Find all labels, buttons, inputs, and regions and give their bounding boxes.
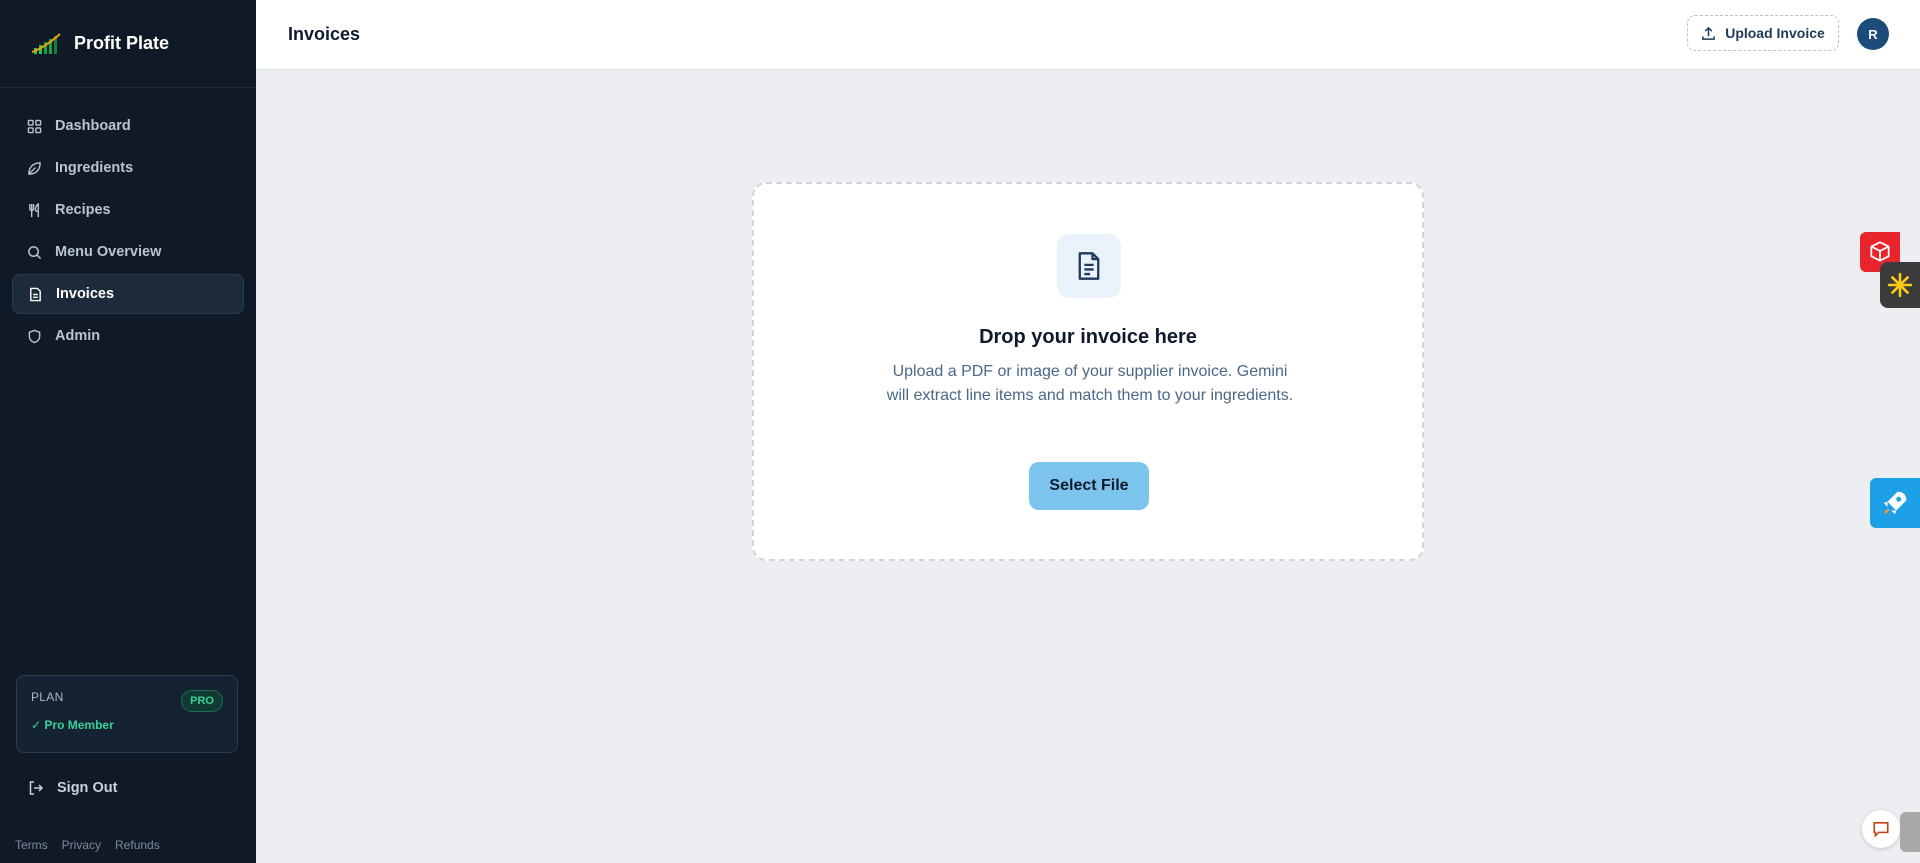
upload-icon (1701, 26, 1716, 41)
plan-status: ✓ Pro Member (31, 718, 114, 732)
shield-icon (26, 328, 42, 344)
sidebar-item-label: Menu Overview (55, 244, 162, 260)
sidebar-nav: Dashboard Ingredients Recipes Menu Overv… (0, 88, 256, 356)
avatar[interactable]: R (1857, 18, 1889, 50)
sidebar-item-label: Recipes (55, 202, 111, 218)
footer-links: Terms Privacy Refunds (15, 838, 160, 852)
upload-invoice-button[interactable]: Upload Invoice (1687, 15, 1839, 51)
sidebar-item-menu-overview[interactable]: Menu Overview (12, 232, 244, 272)
extension-asterisk-icon[interactable] (1880, 262, 1920, 308)
document-icon (1057, 234, 1121, 298)
chat-icon[interactable] (1862, 810, 1900, 848)
sidebar-item-invoices[interactable]: Invoices (12, 274, 244, 314)
sidebar-item-dashboard[interactable]: Dashboard (12, 106, 244, 146)
extension-rocket-icon[interactable] (1870, 478, 1920, 528)
footer-link-refunds[interactable]: Refunds (115, 838, 160, 852)
select-file-button[interactable]: Select File (1029, 462, 1149, 510)
sidebar-item-label: Invoices (56, 286, 115, 302)
leaf-icon (26, 160, 42, 176)
sidebar: Profit Plate Dashboard Ingredients Recip… (0, 0, 256, 863)
grid-icon (26, 118, 42, 134)
sidebar-item-label: Admin (55, 328, 101, 344)
footer-link-terms[interactable]: Terms (15, 838, 48, 852)
sidebar-item-recipes[interactable]: Recipes (12, 190, 244, 230)
upload-invoice-label: Upload Invoice (1725, 25, 1825, 41)
search-icon (26, 244, 42, 260)
brand[interactable]: Profit Plate (0, 0, 256, 88)
brand-name: Profit Plate (74, 33, 170, 53)
utensils-icon (26, 202, 42, 218)
sidebar-item-admin[interactable]: Admin (12, 316, 244, 356)
plan-card: PLAN PRO ✓ Pro Member (16, 675, 238, 753)
side-panel-handle[interactable] (1900, 812, 1920, 852)
sidebar-item-label: Ingredients (55, 160, 134, 176)
sign-out-button[interactable]: Sign Out (28, 780, 117, 796)
sidebar-item-label: Dashboard (55, 118, 131, 134)
footer-link-privacy[interactable]: Privacy (62, 838, 101, 852)
bar-chart-logo-icon (31, 32, 61, 54)
dropzone-title: Drop your invoice here (979, 326, 1197, 348)
invoice-dropzone[interactable]: Drop your invoice here Upload a PDF or i… (752, 182, 1424, 561)
page-title: Invoices (288, 24, 361, 44)
dropzone-description: Upload a PDF or image of your supplier i… (886, 363, 1294, 404)
top-bar: Invoices Upload Invoice R (256, 0, 1920, 70)
logout-icon (28, 780, 44, 796)
sidebar-item-ingredients[interactable]: Ingredients (12, 148, 244, 188)
document-icon (27, 286, 43, 302)
plan-badge: PRO (181, 690, 223, 712)
sign-out-label: Sign Out (57, 780, 118, 796)
